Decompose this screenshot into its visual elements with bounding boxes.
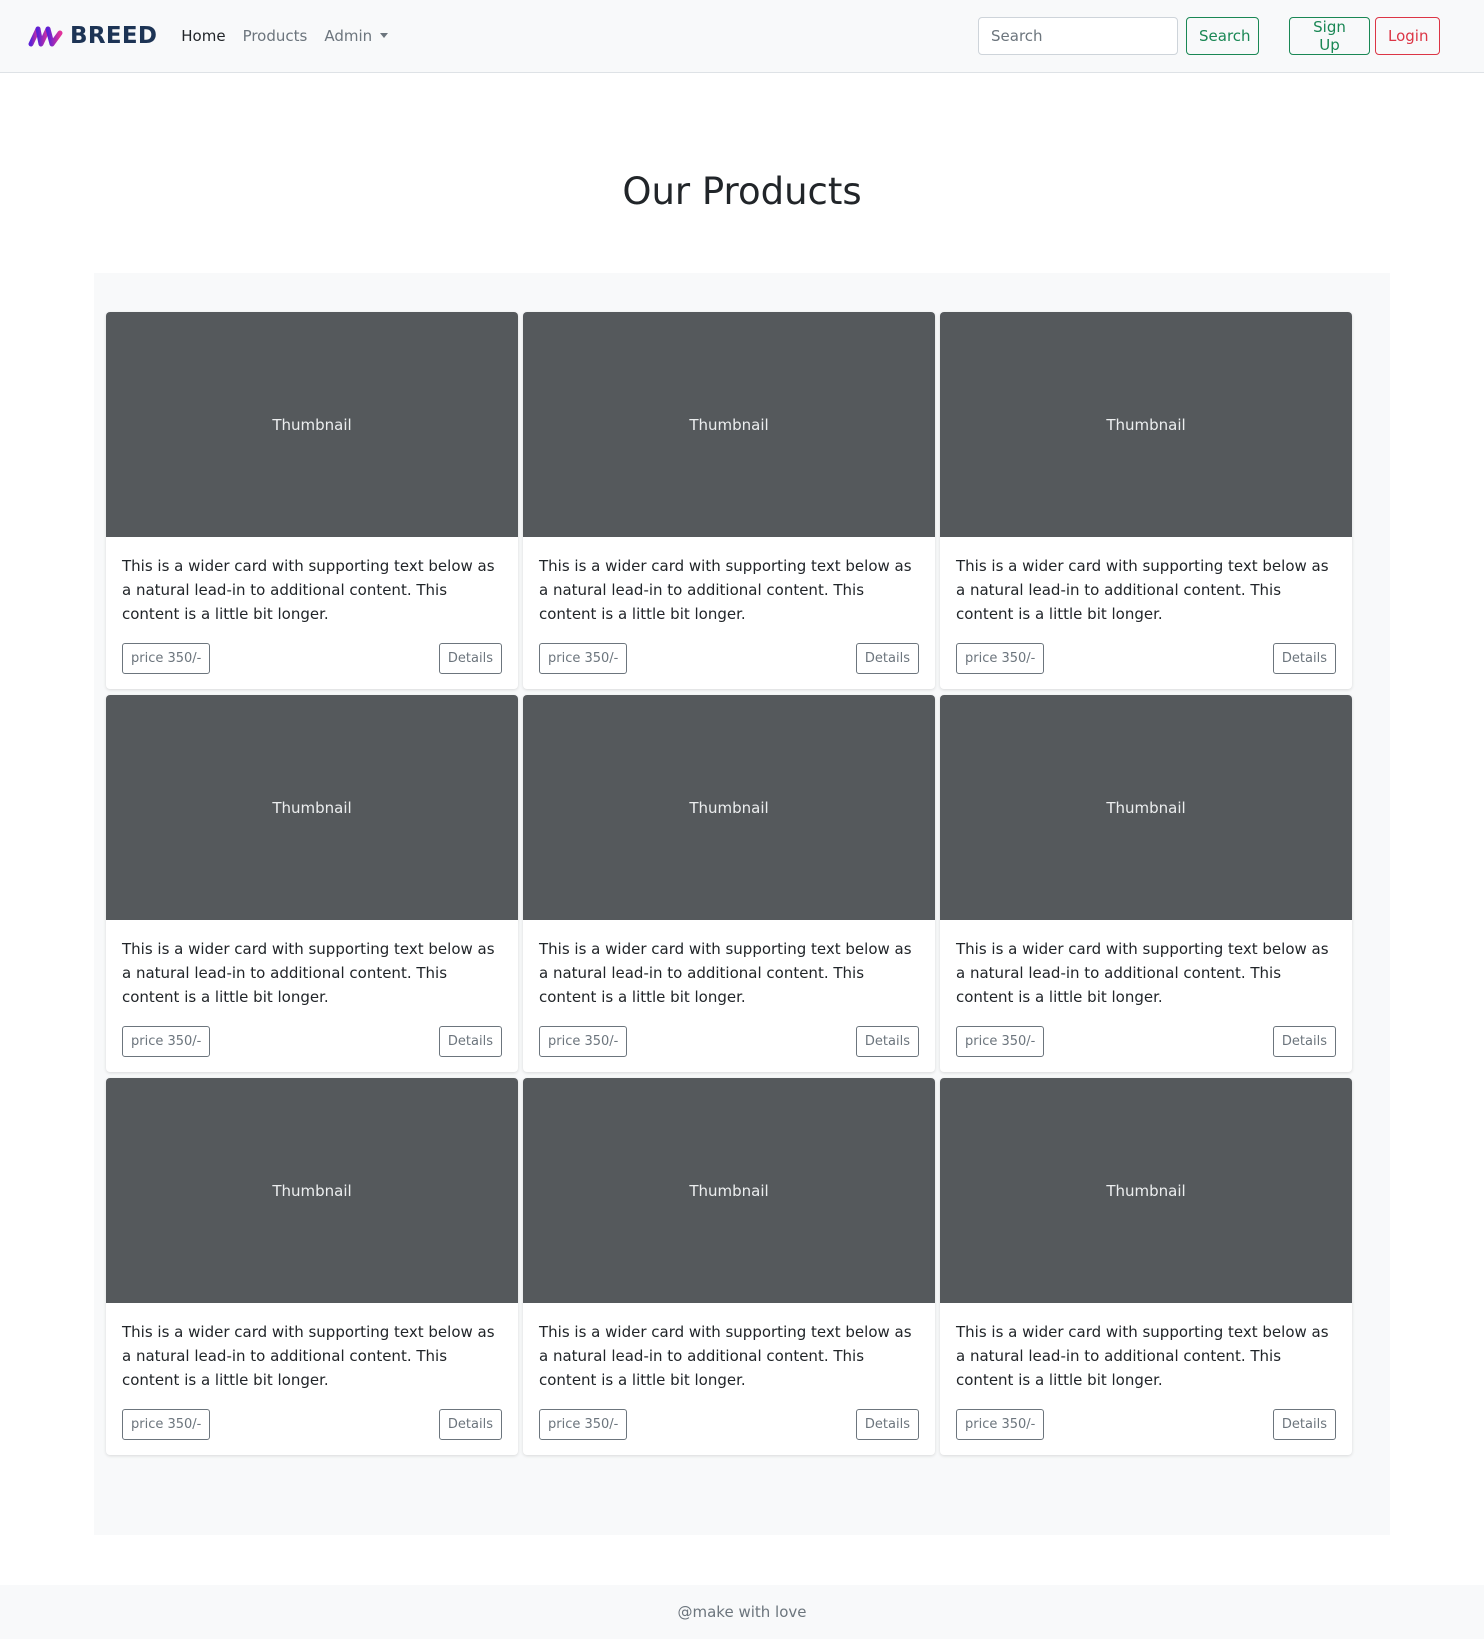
price-button[interactable]: price 350/- bbox=[122, 1026, 211, 1057]
product-thumbnail[interactable]: Thumbnail bbox=[523, 1078, 935, 1303]
card-footer: price 350/- Details bbox=[122, 1026, 502, 1057]
product-card: Thumbnail This is a wider card with suppo… bbox=[106, 312, 518, 689]
product-card: Thumbnail This is a wider card with suppo… bbox=[523, 695, 935, 1072]
nav-links: Home Products Admin bbox=[181, 27, 389, 45]
card-body: This is a wider card with supporting tex… bbox=[106, 920, 518, 1057]
footer-text: @make with love bbox=[677, 1603, 807, 1621]
login-button[interactable]: Login bbox=[1375, 17, 1440, 55]
product-card: Thumbnail This is a wider card with suppo… bbox=[106, 695, 518, 1072]
card-body: This is a wider card with supporting tex… bbox=[940, 920, 1352, 1057]
page-title: Our Products bbox=[622, 170, 862, 213]
product-description: This is a wider card with supporting tex… bbox=[539, 940, 912, 1006]
brand-name: BREED bbox=[70, 23, 158, 49]
details-button[interactable]: Details bbox=[1272, 1026, 1336, 1057]
thumbnail-label: Thumbnail bbox=[689, 798, 769, 817]
price-button[interactable]: price 350/- bbox=[956, 1026, 1045, 1057]
nav-link-products[interactable]: Products bbox=[243, 27, 308, 45]
footer: @make with love bbox=[0, 1585, 1484, 1639]
product-thumbnail[interactable]: Thumbnail bbox=[106, 695, 518, 920]
card-body: This is a wider card with supporting tex… bbox=[523, 537, 935, 674]
thumbnail-label: Thumbnail bbox=[1106, 1181, 1186, 1200]
product-card: Thumbnail This is a wider card with suppo… bbox=[940, 1078, 1352, 1455]
thumbnail-label: Thumbnail bbox=[1106, 798, 1186, 817]
thumbnail-label: Thumbnail bbox=[689, 415, 769, 434]
details-button[interactable]: Details bbox=[1272, 643, 1336, 674]
product-thumbnail[interactable]: Thumbnail bbox=[940, 1078, 1352, 1303]
product-card: Thumbnail This is a wider card with suppo… bbox=[940, 695, 1352, 1072]
details-button[interactable]: Details bbox=[855, 1409, 919, 1440]
details-button[interactable]: Details bbox=[438, 1026, 502, 1057]
details-button[interactable]: Details bbox=[855, 1026, 919, 1057]
card-body: This is a wider card with supporting tex… bbox=[523, 920, 935, 1057]
nav-dropdown-admin[interactable]: Admin bbox=[324, 27, 389, 45]
product-description: This is a wider card with supporting tex… bbox=[956, 557, 1329, 623]
price-button[interactable]: price 350/- bbox=[539, 1409, 628, 1440]
details-button[interactable]: Details bbox=[855, 643, 919, 674]
product-card: Thumbnail This is a wider card with suppo… bbox=[940, 312, 1352, 689]
card-body: This is a wider card with supporting tex… bbox=[940, 1303, 1352, 1440]
product-description: This is a wider card with supporting tex… bbox=[539, 557, 912, 623]
navbar: BREED Home Products Admin Search Sign Up… bbox=[0, 0, 1484, 73]
products-grid: Thumbnail This is a wider card with suppo… bbox=[94, 273, 1390, 1535]
search-button[interactable]: Search bbox=[1186, 17, 1259, 55]
product-thumbnail[interactable]: Thumbnail bbox=[940, 312, 1352, 537]
price-button[interactable]: price 350/- bbox=[539, 643, 628, 674]
card-footer: price 350/- Details bbox=[122, 1409, 502, 1440]
card-body: This is a wider card with supporting tex… bbox=[940, 537, 1352, 674]
product-thumbnail[interactable]: Thumbnail bbox=[106, 1078, 518, 1303]
product-card: Thumbnail This is a wider card with suppo… bbox=[523, 1078, 935, 1455]
product-thumbnail[interactable]: Thumbnail bbox=[523, 695, 935, 920]
card-footer: price 350/- Details bbox=[956, 643, 1336, 674]
details-button[interactable]: Details bbox=[438, 1409, 502, 1440]
product-description: This is a wider card with supporting tex… bbox=[122, 1323, 495, 1389]
price-button[interactable]: price 350/- bbox=[122, 1409, 211, 1440]
card-footer: price 350/- Details bbox=[539, 1026, 919, 1057]
nav-actions: Search Sign Up Login bbox=[978, 17, 1440, 55]
details-button[interactable]: Details bbox=[1272, 1409, 1336, 1440]
caret-down-icon bbox=[380, 33, 389, 38]
price-button[interactable]: price 350/- bbox=[539, 1026, 628, 1057]
card-body: This is a wider card with supporting tex… bbox=[523, 1303, 935, 1440]
product-description: This is a wider card with supporting tex… bbox=[122, 940, 495, 1006]
product-thumbnail[interactable]: Thumbnail bbox=[940, 695, 1352, 920]
product-description: This is a wider card with supporting tex… bbox=[956, 1323, 1329, 1389]
breed-logo-icon bbox=[28, 26, 63, 47]
product-thumbnail[interactable]: Thumbnail bbox=[523, 312, 935, 537]
nav-link-home[interactable]: Home bbox=[181, 27, 225, 45]
admin-dropdown-label: Admin bbox=[324, 27, 373, 45]
details-button[interactable]: Details bbox=[438, 643, 502, 674]
card-footer: price 350/- Details bbox=[539, 643, 919, 674]
price-button[interactable]: price 350/- bbox=[956, 643, 1045, 674]
card-footer: price 350/- Details bbox=[539, 1409, 919, 1440]
product-card: Thumbnail This is a wider card with suppo… bbox=[106, 1078, 518, 1455]
card-footer: price 350/- Details bbox=[956, 1409, 1336, 1440]
price-button[interactable]: price 350/- bbox=[122, 643, 211, 674]
brand[interactable]: BREED bbox=[28, 23, 157, 49]
product-card: Thumbnail This is a wider card with suppo… bbox=[523, 312, 935, 689]
product-description: This is a wider card with supporting tex… bbox=[956, 940, 1329, 1006]
signup-button[interactable]: Sign Up bbox=[1289, 17, 1370, 55]
product-description: This is a wider card with supporting tex… bbox=[539, 1323, 912, 1389]
product-thumbnail[interactable]: Thumbnail bbox=[106, 312, 518, 537]
thumbnail-label: Thumbnail bbox=[1106, 415, 1186, 434]
card-footer: price 350/- Details bbox=[122, 643, 502, 674]
thumbnail-label: Thumbnail bbox=[272, 1181, 352, 1200]
card-body: This is a wider card with supporting tex… bbox=[106, 537, 518, 674]
thumbnail-label: Thumbnail bbox=[272, 415, 352, 434]
price-button[interactable]: price 350/- bbox=[956, 1409, 1045, 1440]
product-description: This is a wider card with supporting tex… bbox=[122, 557, 495, 623]
card-body: This is a wider card with supporting tex… bbox=[106, 1303, 518, 1440]
thumbnail-label: Thumbnail bbox=[272, 798, 352, 817]
search-input[interactable] bbox=[978, 17, 1178, 55]
card-footer: price 350/- Details bbox=[956, 1026, 1336, 1057]
thumbnail-label: Thumbnail bbox=[689, 1181, 769, 1200]
